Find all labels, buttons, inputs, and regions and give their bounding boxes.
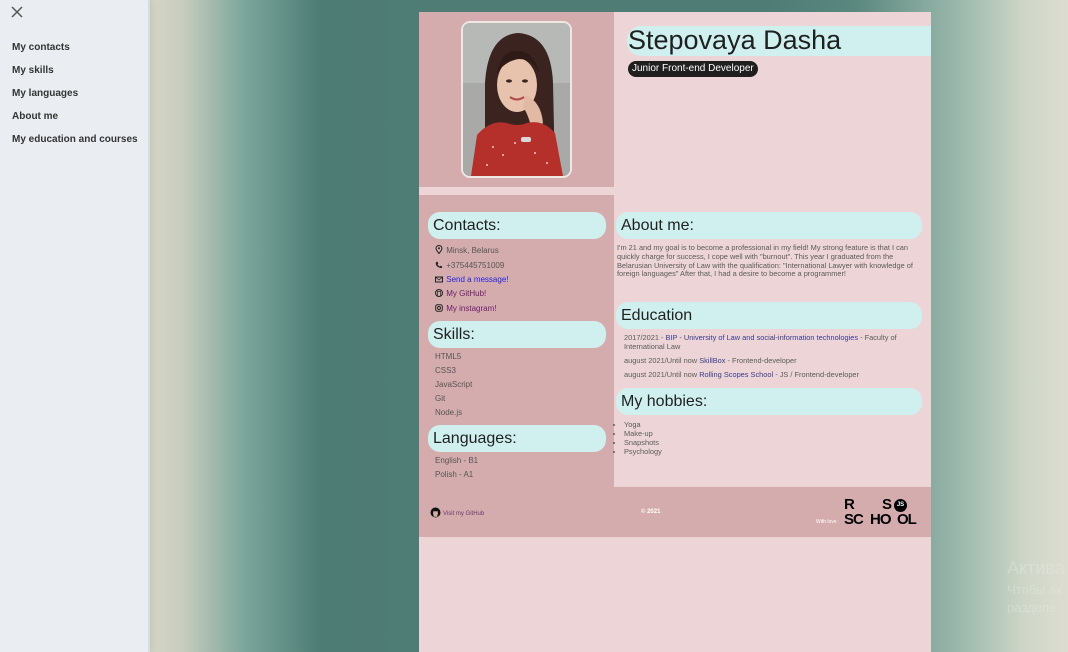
education-date: august 2021/Until now: [624, 370, 700, 379]
skill-item: JavaScript: [435, 380, 473, 389]
github-icon: [430, 507, 441, 518]
logo-letter: S: [882, 496, 892, 513]
location-pin-icon: [435, 244, 443, 255]
sidebar-item-education[interactable]: My education and courses: [12, 134, 138, 157]
education-link[interactable]: SkillBox: [699, 356, 725, 365]
footer-github-link[interactable]: Visit my GitHub: [430, 507, 484, 518]
watermark-line: разделе: [1007, 600, 1057, 615]
education-item: august 2021/Until now Rolling Scopes Sch…: [624, 370, 924, 380]
sidebar-item-contacts[interactable]: My contacts: [12, 42, 138, 65]
cv-page: Stepovaya Dasha Junior Front-end Develop…: [419, 12, 931, 652]
contacts-heading: Contacts:: [428, 212, 606, 239]
page-title: Stepovaya Dasha: [628, 25, 842, 55]
education-heading: Education: [616, 302, 922, 329]
sidebar-item-about[interactable]: About me: [12, 111, 138, 134]
message-link[interactable]: Send a message!: [435, 274, 509, 285]
about-text: I'm 21 and my goal is to become a profes…: [617, 243, 913, 279]
education-date: august 2021/Until now: [624, 356, 700, 365]
github-icon: [435, 289, 443, 297]
instagram-text: My instagram!: [446, 304, 497, 313]
github-contact-text: My GitHub!: [446, 289, 487, 298]
sidebar: My contacts My skills My languages About…: [0, 0, 150, 652]
language-item: English - B1: [435, 456, 479, 465]
hobbies-heading: My hobbies:: [616, 388, 922, 415]
sidebar-item-languages[interactable]: My languages: [12, 88, 138, 111]
skill-item: Node.js: [435, 408, 463, 417]
phone-icon: [435, 261, 443, 269]
list-item: Yoga: [624, 420, 662, 429]
skill-item: Git: [435, 394, 446, 403]
instagram-icon: [435, 304, 443, 312]
education-detail: - Frontend-developer: [725, 356, 797, 365]
instagram-link[interactable]: My instagram!: [435, 303, 496, 314]
copyright: © 2021: [641, 509, 661, 515]
skills-heading: Skills:: [428, 321, 606, 348]
list-item: Make-up: [624, 429, 662, 438]
logo-letter: R: [844, 496, 855, 513]
skill-item: CSS3: [435, 366, 456, 375]
activation-watermark: Актива Чтобы ак разделе: [1007, 558, 1065, 615]
rs-school-logo[interactable]: R S SC HO OL JS: [844, 497, 922, 527]
logo-letter: SC: [844, 511, 864, 528]
watermark-line: Чтобы ак: [1007, 582, 1063, 597]
education-link[interactable]: Rolling Scopes School: [699, 370, 773, 379]
with-love-text: With love: [816, 519, 837, 525]
profile-photo: [461, 21, 572, 178]
footer-github-text: Visit my GitHub: [443, 511, 485, 517]
close-icon[interactable]: [9, 4, 25, 20]
languages-heading: Languages:: [428, 425, 606, 452]
skill-item: HTML5: [435, 352, 462, 361]
language-item: Polish - A1: [435, 470, 474, 479]
education-item: 2017/2021 - BIP - University of Law and …: [624, 333, 924, 352]
list-item: Snapshots: [624, 438, 662, 447]
js-badge: JS: [894, 499, 907, 512]
phone-item[interactable]: +375445751009: [435, 260, 504, 271]
education-detail: - JS / Frontend-developer: [773, 370, 859, 379]
list-item: Psychology: [624, 447, 662, 456]
phone-text: +375445751009: [446, 261, 505, 270]
education-item: august 2021/Until now SkillBox - Fronten…: [624, 356, 924, 366]
sidebar-nav: My contacts My skills My languages About…: [12, 42, 138, 157]
education-link[interactable]: BIP - University of Law and social-infor…: [666, 333, 859, 342]
location-text: Minsk, Belarus: [446, 246, 499, 255]
about-heading: About me:: [616, 212, 922, 239]
footer: Visit my GitHub © 2021 With love R S SC …: [419, 487, 931, 537]
hobbies-list: Yoga Make-up Snapshots Psychology: [624, 420, 662, 456]
photo-panel: [419, 12, 614, 187]
location-item: Minsk, Belarus: [435, 244, 499, 256]
github-contact-link[interactable]: My GitHub!: [435, 288, 486, 299]
logo-letter: HO: [870, 511, 891, 528]
mail-icon: [435, 276, 443, 283]
sidebar-item-skills[interactable]: My skills: [12, 65, 138, 88]
message-text: Send a message!: [446, 275, 509, 284]
logo-letter: OL: [897, 511, 917, 528]
education-date: 2017/2021 -: [624, 333, 666, 342]
role-badge: Junior Front-end Developer: [628, 61, 758, 77]
watermark-line: Актива: [1007, 558, 1065, 578]
